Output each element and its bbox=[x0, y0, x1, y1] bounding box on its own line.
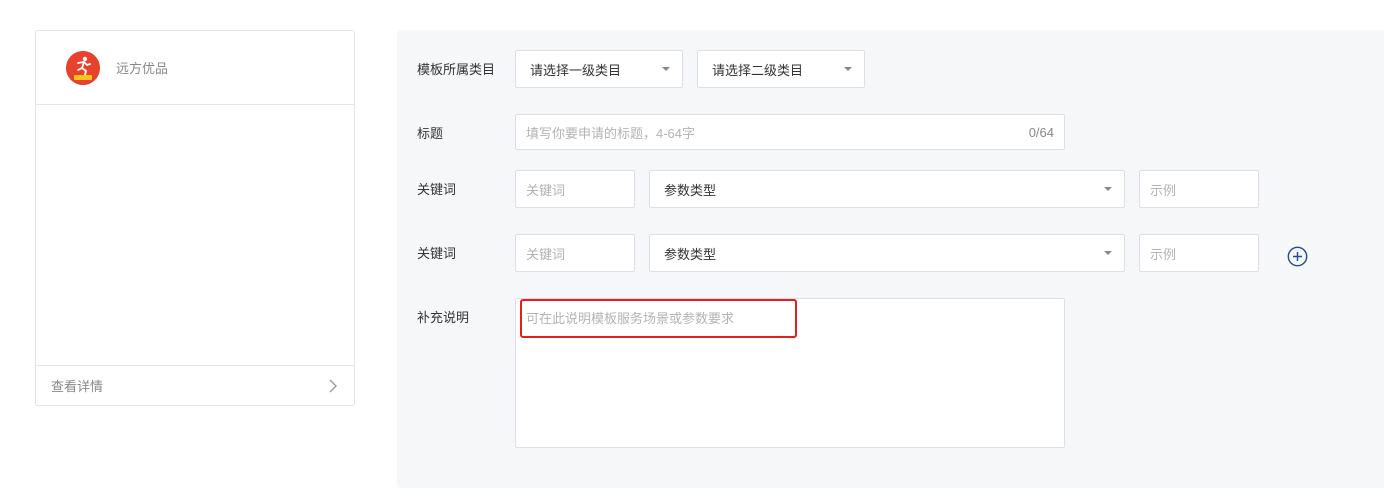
keyword-label-1: 关键词 bbox=[417, 182, 457, 197]
template-form: 模板所属类目 请选择一级类目 请选择二级类目 标题 填写你要申请的标题，4-64… bbox=[397, 30, 1384, 488]
param-type-select-1[interactable]: 参数类型 bbox=[649, 170, 1125, 208]
caret-down-icon bbox=[844, 67, 852, 71]
category-label: 模板所属类目 bbox=[417, 62, 496, 77]
keyword-label-2: 关键词 bbox=[417, 246, 457, 261]
view-detail-label: 查看详情 bbox=[51, 379, 104, 394]
title-placeholder: 填写你要申请的标题，4-64字 bbox=[526, 125, 696, 141]
category-level2-placeholder: 请选择二级类目 bbox=[712, 62, 804, 78]
caret-down-icon bbox=[662, 67, 670, 71]
supplement-label: 补充说明 bbox=[417, 310, 470, 325]
chevron-right-icon bbox=[328, 379, 338, 393]
example-placeholder-2: 示例 bbox=[1150, 246, 1177, 262]
view-detail-link[interactable]: 查看详情 bbox=[36, 365, 354, 405]
keyword-placeholder-2: 关键词 bbox=[526, 246, 566, 262]
param-type-select-2[interactable]: 参数类型 bbox=[649, 234, 1125, 272]
category-level1-placeholder: 请选择一级类目 bbox=[530, 62, 622, 78]
supplement-placeholder: 可在此说明模板服务场景或参数要求 bbox=[526, 311, 735, 326]
category-level1-select[interactable]: 请选择一级类目 bbox=[515, 50, 683, 88]
caret-down-icon bbox=[1104, 187, 1112, 191]
plus-circle-icon bbox=[1287, 246, 1308, 267]
preview-header: 远方优品 bbox=[36, 31, 354, 105]
add-keyword-button[interactable] bbox=[1287, 246, 1308, 267]
example-input-2[interactable]: 示例 bbox=[1139, 234, 1259, 272]
runner-logo-icon bbox=[66, 50, 100, 85]
title-input[interactable]: 填写你要申请的标题，4-64字 0/64 bbox=[515, 114, 1065, 150]
template-preview-card: 远方优品 查看详情 bbox=[35, 30, 355, 406]
example-input-1[interactable]: 示例 bbox=[1139, 170, 1259, 208]
title-char-counter: 0/64 bbox=[1028, 124, 1054, 140]
param-type-value-2: 参数类型 bbox=[664, 246, 717, 262]
keyword-placeholder-1: 关键词 bbox=[526, 182, 566, 198]
app-logo bbox=[66, 50, 100, 85]
category-level2-select[interactable]: 请选择二级类目 bbox=[697, 50, 865, 88]
app-name: 远方优品 bbox=[116, 61, 169, 76]
page: 远方优品 查看详情 模板所属类目 请选择一级类目 请选择二级类目 标题 填写你要… bbox=[0, 0, 1384, 501]
supplement-textarea[interactable]: 可在此说明模板服务场景或参数要求 bbox=[515, 298, 1065, 448]
example-placeholder-1: 示例 bbox=[1150, 182, 1177, 198]
param-type-value-1: 参数类型 bbox=[664, 182, 717, 198]
keyword-input-2[interactable]: 关键词 bbox=[515, 234, 635, 272]
caret-down-icon bbox=[1104, 251, 1112, 255]
title-label: 标题 bbox=[417, 126, 444, 141]
keyword-input-1[interactable]: 关键词 bbox=[515, 170, 635, 208]
